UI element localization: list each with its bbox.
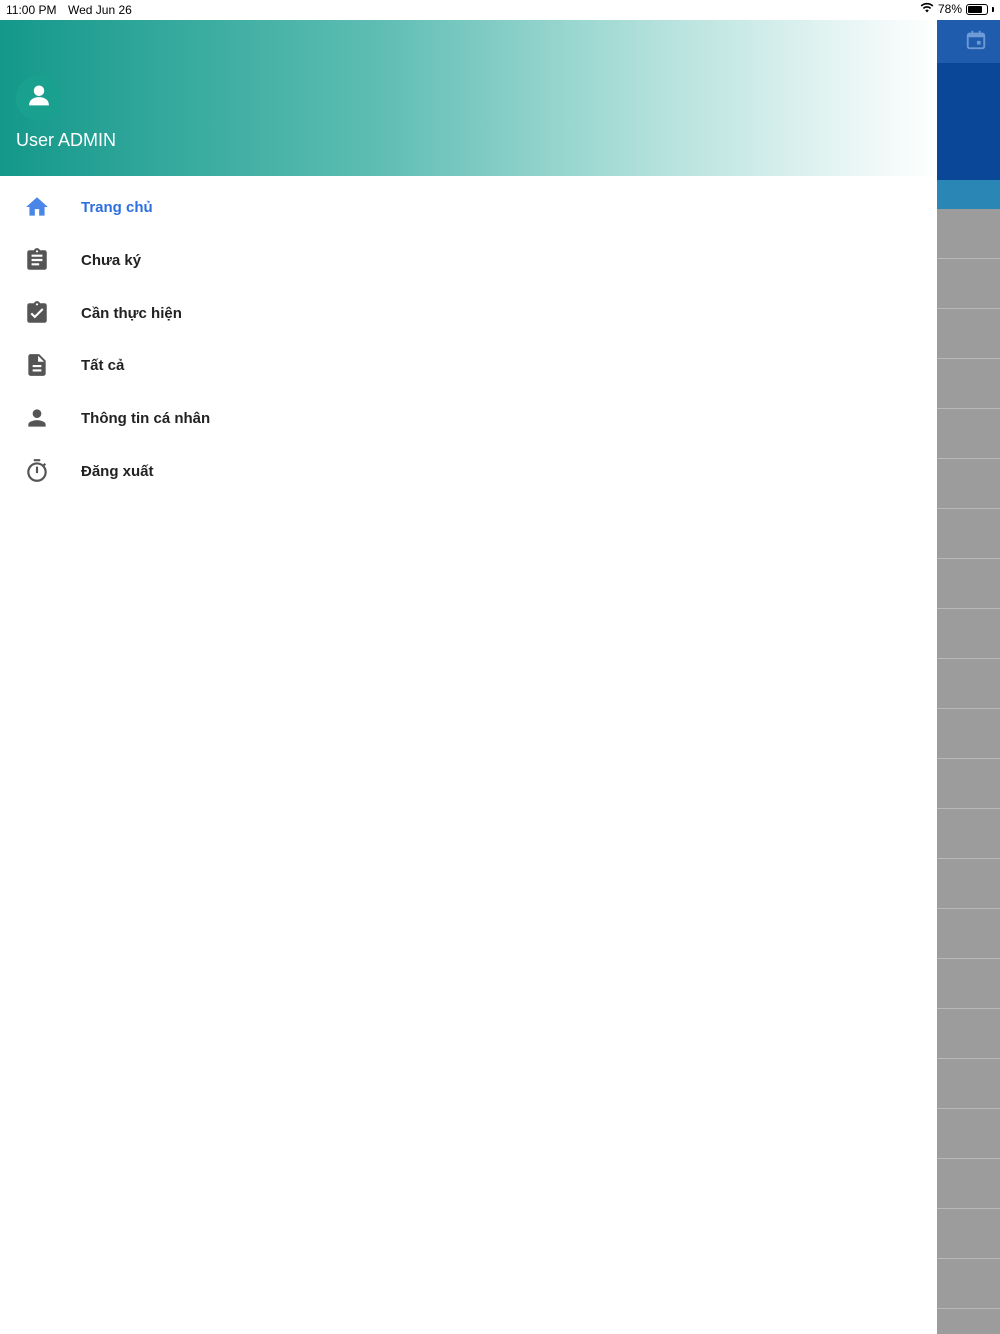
menu-item-profile[interactable]: Thông tin cá nhân <box>0 392 937 444</box>
timer-icon <box>24 458 50 484</box>
menu-label: Chưa ký <box>81 251 142 269</box>
calendar-icon[interactable] <box>965 29 987 51</box>
list-item <box>937 859 1000 909</box>
menu-label: Tất cả <box>81 356 125 374</box>
status-time: 11:00 PM <box>6 3 57 17</box>
list-item <box>937 259 1000 309</box>
list-item <box>937 609 1000 659</box>
menu-item-logout[interactable]: Đăng xuất <box>0 445 937 497</box>
background-toolbar <box>937 20 1000 63</box>
list-item <box>937 909 1000 959</box>
list-item <box>937 509 1000 559</box>
list-item <box>937 309 1000 359</box>
drawer-header: User ADMIN <box>0 20 937 176</box>
person-icon <box>25 82 53 115</box>
list-item <box>937 409 1000 459</box>
clipboard-icon <box>24 247 50 273</box>
person-icon <box>24 405 50 431</box>
menu-item-all[interactable]: Tất cả <box>0 339 937 391</box>
clipboard-check-icon <box>24 300 50 326</box>
list-item <box>937 359 1000 409</box>
menu-label: Thông tin cá nhân <box>81 409 211 427</box>
menu-label: Cần thực hiện <box>81 304 182 322</box>
user-name: User ADMIN <box>16 130 117 150</box>
battery-percent: 78% <box>937 2 962 16</box>
list-item <box>937 659 1000 709</box>
navigation-drawer: User ADMIN Trang chủ Chưa ký Cần thực hi… <box>0 20 937 1334</box>
avatar[interactable] <box>16 75 62 121</box>
list-item <box>937 959 1000 1009</box>
list-item <box>937 1109 1000 1159</box>
background-list <box>937 209 1000 1334</box>
list-item <box>937 1209 1000 1259</box>
status-bar: 11:00 PM Wed Jun 26 78% <box>0 0 1000 20</box>
background-app[interactable] <box>937 20 1000 1334</box>
menu-label: Trang chủ <box>81 198 153 216</box>
battery-icon <box>966 3 988 15</box>
list-item <box>937 809 1000 859</box>
background-banner <box>937 63 1000 180</box>
list-item <box>937 1009 1000 1059</box>
home-icon <box>24 194 50 220</box>
list-item <box>937 709 1000 759</box>
list-item <box>937 1259 1000 1309</box>
wifi-icon <box>920 2 934 16</box>
list-item <box>937 1159 1000 1209</box>
document-icon <box>24 352 50 378</box>
menu-item-todo[interactable]: Cần thực hiện <box>0 287 937 339</box>
menu-item-home[interactable]: Trang chủ <box>0 181 937 233</box>
background-tabbar <box>937 180 1000 209</box>
list-item <box>937 459 1000 509</box>
battery-cap <box>992 6 994 12</box>
status-indicators: 78% <box>920 2 994 16</box>
list-item <box>937 559 1000 609</box>
list-item <box>937 1059 1000 1109</box>
list-item <box>937 759 1000 809</box>
menu-label: Đăng xuất <box>81 462 154 480</box>
status-date: Wed Jun 26 <box>68 3 132 17</box>
list-item <box>937 209 1000 259</box>
menu-item-unsigned[interactable]: Chưa ký <box>0 234 937 286</box>
